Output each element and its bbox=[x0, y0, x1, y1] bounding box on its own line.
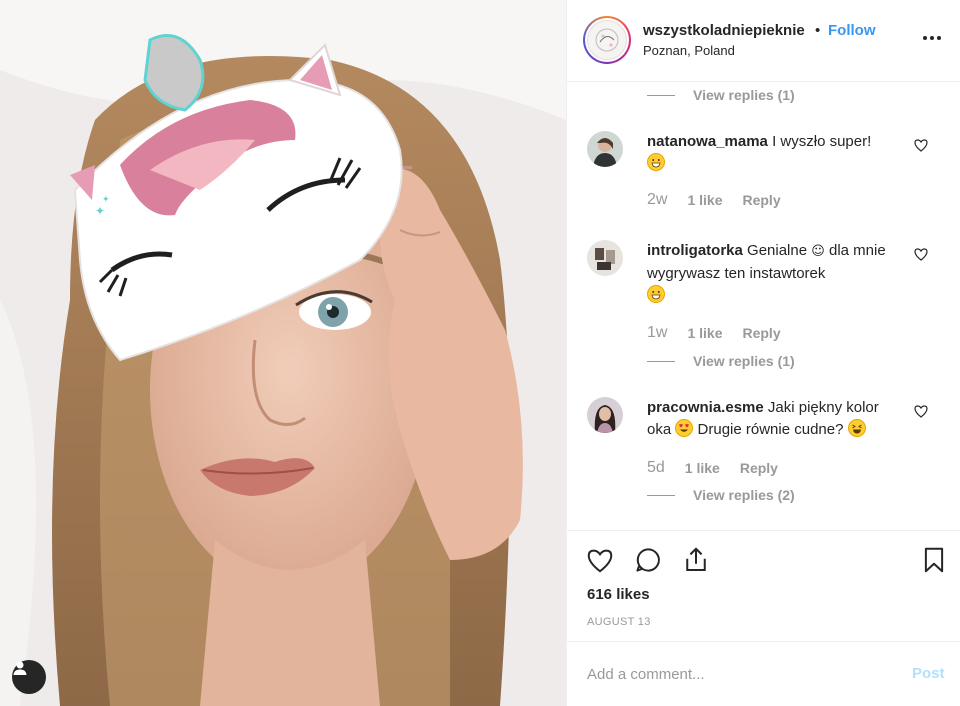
author-username[interactable]: wszystkoladniepieknie bbox=[643, 22, 805, 39]
bookmark-icon[interactable] bbox=[919, 545, 949, 580]
comment-meta: 1w 1 like Reply bbox=[647, 324, 781, 342]
avatar-logo-icon bbox=[595, 28, 619, 52]
view-replies-label: View replies (1) bbox=[693, 87, 795, 103]
view-replies-label: View replies (1) bbox=[693, 353, 795, 369]
replies-divider bbox=[647, 94, 675, 96]
like-comment-heart-icon[interactable] bbox=[913, 403, 929, 424]
separator-dot: • bbox=[815, 22, 821, 39]
reply-button[interactable]: Reply bbox=[742, 192, 780, 208]
reply-button[interactable]: Reply bbox=[740, 460, 778, 476]
add-comment-input[interactable] bbox=[587, 662, 897, 686]
comment-username[interactable]: introligatorka bbox=[647, 242, 743, 259]
comment-text: pracownia.esme Jaki piękny kolor oka Dru… bbox=[647, 397, 907, 441]
grinning-face-icon bbox=[647, 153, 665, 171]
commenter-avatar[interactable] bbox=[587, 240, 623, 276]
comment-meta: 5d 1 like Reply bbox=[647, 459, 778, 477]
avatar-photo bbox=[587, 397, 623, 433]
tagged-user-icon[interactable] bbox=[12, 660, 46, 694]
avatar-photo bbox=[587, 240, 623, 276]
comment-likes[interactable]: 1 like bbox=[687, 325, 722, 341]
comment-icon[interactable] bbox=[633, 545, 663, 580]
comment-body: I wyszło super! bbox=[772, 133, 872, 150]
add-comment-bar: Post bbox=[567, 641, 960, 706]
view-replies-button[interactable]: View replies (2) bbox=[647, 487, 795, 503]
photo-illustration: ✦ ✦ bbox=[0, 0, 566, 706]
replies-divider bbox=[647, 494, 675, 496]
grinning-face-icon bbox=[647, 285, 665, 303]
post-panel: wszystkoladniepieknie • Follow Poznan, P… bbox=[566, 0, 960, 706]
svg-text:✦: ✦ bbox=[95, 204, 105, 218]
share-icon[interactable] bbox=[681, 545, 711, 580]
author-avatar[interactable] bbox=[583, 16, 631, 64]
comment-time[interactable]: 1w bbox=[647, 324, 667, 342]
comment-likes[interactable]: 1 like bbox=[687, 192, 722, 208]
post-comment-button[interactable]: Post bbox=[912, 665, 945, 682]
laughing-face-icon bbox=[847, 419, 866, 437]
commenter-avatar[interactable] bbox=[587, 131, 623, 167]
comment-text: natanowa_mama I wyszło super! bbox=[647, 131, 907, 175]
smiley-icon: ☺ bbox=[811, 244, 825, 259]
like-comment-heart-icon[interactable] bbox=[913, 246, 929, 267]
person-icon bbox=[13, 661, 27, 675]
view-replies-label: View replies (2) bbox=[693, 487, 795, 503]
comment-time[interactable]: 2w bbox=[647, 191, 667, 209]
avatar-photo bbox=[587, 131, 623, 167]
post-photo[interactable]: ✦ ✦ bbox=[0, 0, 566, 706]
comment-item: natanowa_mama I wyszło super! 2w 1 like … bbox=[587, 131, 947, 221]
post-location[interactable]: Poznan, Poland bbox=[643, 43, 735, 58]
comment-item: introligatorka Genialne ☺ dla mnie wygry… bbox=[587, 240, 947, 370]
comment-username[interactable]: natanowa_mama bbox=[647, 133, 768, 150]
comment-body-cont: Drugie równie cudne? bbox=[697, 421, 844, 438]
comment-meta: 2w 1 like Reply bbox=[647, 191, 781, 209]
like-comment-heart-icon[interactable] bbox=[913, 137, 929, 158]
replies-divider bbox=[647, 360, 675, 362]
comment-likes[interactable]: 1 like bbox=[685, 460, 720, 476]
likes-count[interactable]: 616 likes bbox=[587, 586, 650, 603]
comment-item: pracownia.esme Jaki piękny kolor oka Dru… bbox=[587, 397, 947, 527]
comment-text: introligatorka Genialne ☺ dla mnie wygry… bbox=[647, 240, 907, 307]
more-options-icon[interactable] bbox=[923, 36, 941, 40]
heart-icon[interactable] bbox=[585, 545, 615, 580]
post-actions: 616 likes AUGUST 13 bbox=[567, 530, 960, 640]
commenter-avatar[interactable] bbox=[587, 397, 623, 433]
reply-button[interactable]: Reply bbox=[742, 325, 780, 341]
comment-time[interactable]: 5d bbox=[647, 459, 665, 477]
heart-eyes-icon bbox=[675, 419, 694, 437]
svg-text:✦: ✦ bbox=[102, 195, 110, 205]
post-header: wszystkoladniepieknie • Follow Poznan, P… bbox=[567, 0, 960, 82]
post-date[interactable]: AUGUST 13 bbox=[587, 616, 651, 628]
comment-username[interactable]: pracownia.esme bbox=[647, 399, 764, 416]
view-replies-button[interactable]: View replies (1) bbox=[647, 353, 795, 369]
follow-button[interactable]: Follow bbox=[828, 22, 876, 39]
comment-body: Genialne bbox=[747, 242, 808, 259]
comments-list[interactable]: View replies (1) natanowa_mama I wyszło … bbox=[567, 83, 960, 530]
view-replies-button[interactable]: View replies (1) bbox=[647, 87, 795, 103]
